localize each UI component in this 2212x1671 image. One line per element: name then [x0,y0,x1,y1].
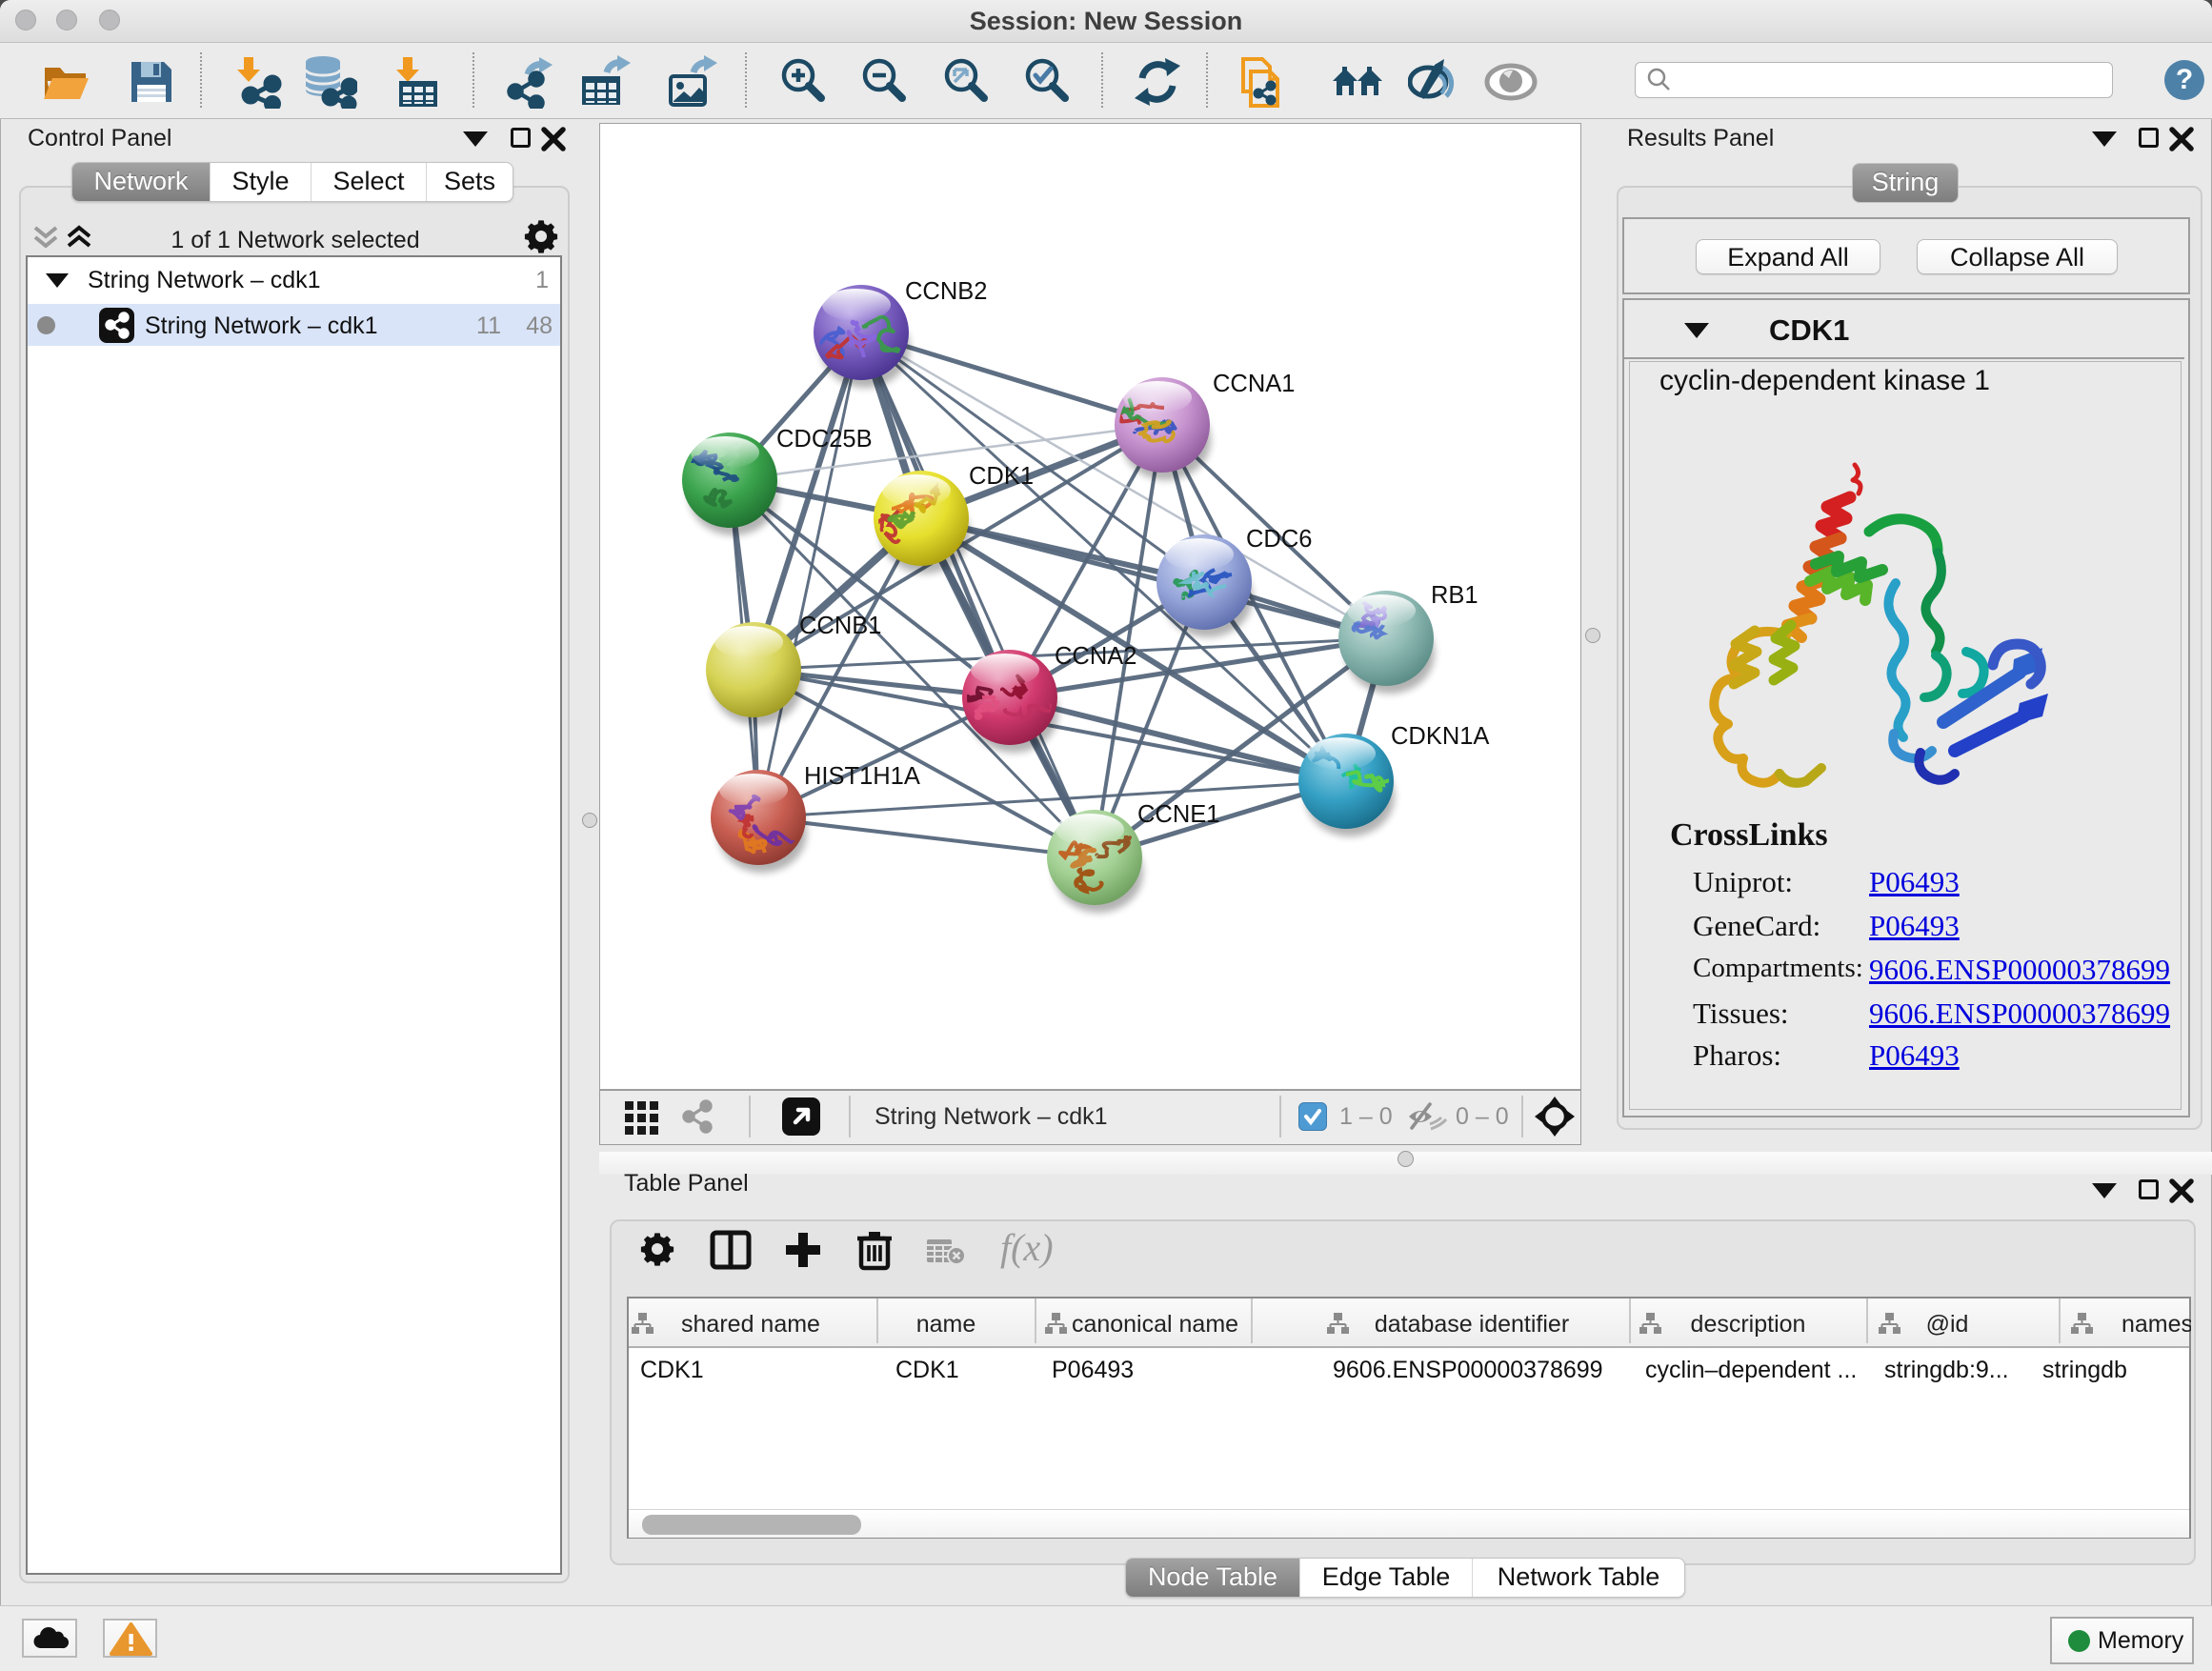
svg-text:CCNA2: CCNA2 [1055,643,1136,670]
svg-text:CCNE1: CCNE1 [1137,801,1219,828]
svg-text:CCNA1: CCNA1 [1213,371,1295,397]
svg-text:CCNB1: CCNB1 [799,613,881,639]
svg-text:CDKN1A: CDKN1A [1391,723,1489,750]
svg-text:CDK1: CDK1 [969,463,1034,490]
svg-text:RB1: RB1 [1431,582,1478,609]
svg-text:HIST1H1A: HIST1H1A [804,763,920,790]
svg-text:CDC25B: CDC25B [776,426,873,453]
svg-text:CDC6: CDC6 [1246,526,1312,553]
svg-text:CCNB2: CCNB2 [905,278,987,305]
